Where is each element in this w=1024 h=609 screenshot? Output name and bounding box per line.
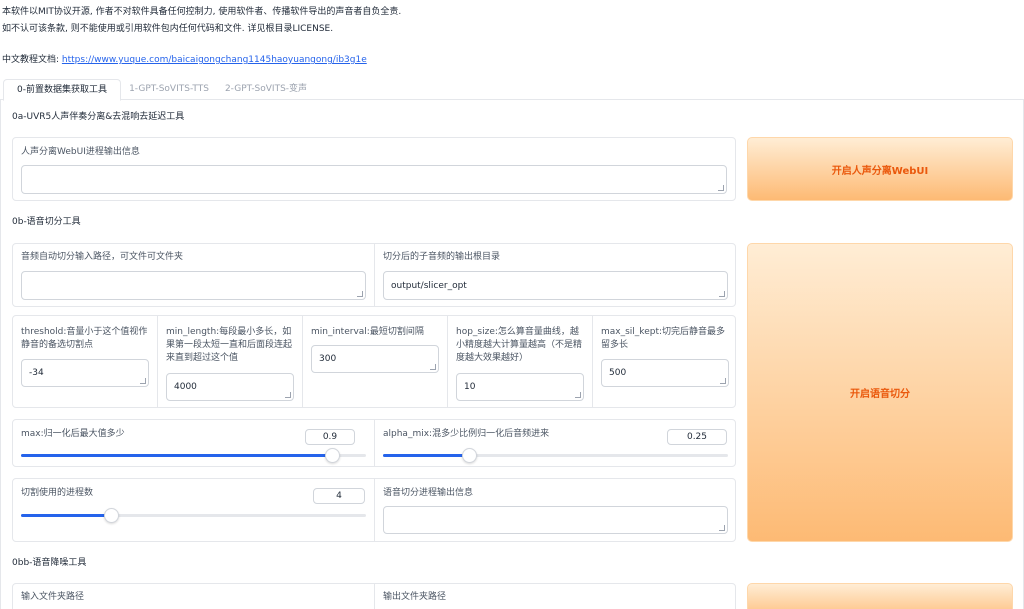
min-interval-label: min_interval:最短切割间隔 [311, 326, 446, 339]
doc-link-prefix: 中文教程文档: [2, 55, 62, 65]
slicer-section-title: 0b-语音切分工具 [12, 214, 81, 227]
slicer-output-dir-label: 切分后的子音频的输出根目录 [383, 251, 500, 264]
slicer-info-output[interactable] [383, 506, 728, 534]
license-notice-line2: 如不认可该条款, 则不能使用或引用软件包内任何代码和文件. 详见根目录LICEN… [2, 21, 333, 34]
min-interval-input[interactable]: 300 [311, 345, 439, 373]
alpha-mix-slider-track[interactable] [383, 454, 728, 457]
open-denoise-button[interactable] [747, 583, 1013, 609]
divider [302, 316, 303, 407]
open-slicer-button[interactable]: 开启语音切分 [747, 243, 1013, 542]
slicer-path-box: 音频自动切分输入路径，可文件可文件夹 切分后的子音频的输出根目录 output/… [12, 243, 736, 307]
slicer-params-box: threshold:音量小于这个值视作静音的备选切割点 -34 min_leng… [12, 315, 736, 408]
denoise-section-title: 0bb-语音降噪工具 [12, 555, 86, 568]
hop-size-input[interactable]: 10 [456, 373, 584, 401]
min-length-label: min_length:每段最小多长，如果第一段太短一直和后面段连起来直到超过这个… [166, 326, 296, 365]
uvr5-info-output[interactable] [21, 165, 727, 194]
tab-dataset-tools[interactable]: 0-前置数据集获取工具 [3, 79, 121, 101]
hop-size-label: hop_size:怎么算音量曲线，越小精度越大计算量越高（不是精度越大效果越好） [456, 326, 586, 365]
doc-link[interactable]: https://www.yuque.com/baicaigongchang114… [62, 55, 367, 65]
alpha-mix-slider-thumb[interactable] [462, 448, 477, 463]
tab-panel: 0a-UVR5人声伴奏分离&去混响去延迟工具 人声分离WebUI进程输出信息 开… [0, 100, 1024, 609]
divider [374, 244, 375, 306]
max-slider-fill [21, 454, 332, 457]
max-label: max:归一化后最大值多少 [21, 428, 125, 441]
uvr5-info-label: 人声分离WebUI进程输出信息 [21, 146, 140, 159]
denoise-path-box: 输入文件夹路径 输出文件夹路径 [12, 583, 736, 609]
max-slider-track[interactable] [21, 454, 366, 457]
divider [374, 420, 375, 466]
divider [157, 316, 158, 407]
tab-gpt-sovits-vc[interactable]: 2-GPT-SoVITS-变声 [217, 79, 315, 100]
denoise-output-label: 输出文件夹路径 [383, 591, 446, 604]
n-process-slider-fill [21, 514, 111, 517]
max-slider-thumb[interactable] [325, 448, 340, 463]
n-process-label: 切割使用的进程数 [21, 487, 93, 500]
denoise-input-label: 输入文件夹路径 [21, 591, 84, 604]
license-notice-line1: 本软件以MIT协议开源, 作者不对软件具备任何控制力, 使用软件者、传播软件导出… [2, 4, 401, 17]
max-sil-kept-input[interactable]: 500 [601, 359, 729, 387]
slicer-output-dir-field[interactable]: output/slicer_opt [383, 271, 728, 300]
slicer-slider-box: max:归一化后最大值多少 0.9 alpha_mix:混多少比例归一化后音频进… [12, 419, 736, 467]
max-sil-kept-label: max_sil_kept:切完后静音最多留多长 [601, 326, 731, 352]
slicer-process-box: 切割使用的进程数 4 语音切分进程输出信息 [12, 478, 736, 542]
min-length-input[interactable]: 4000 [166, 373, 294, 401]
n-process-number-input[interactable]: 4 [313, 488, 365, 504]
divider [592, 316, 593, 407]
slicer-input-path-field[interactable] [21, 271, 366, 300]
divider [374, 479, 375, 541]
tab-gpt-sovits-tts[interactable]: 1-GPT-SoVITS-TTS [123, 79, 215, 100]
n-process-slider-track[interactable] [21, 514, 366, 517]
alpha-mix-number-input[interactable]: 0.25 [667, 429, 727, 445]
doc-link-row: 中文教程文档: https://www.yuque.com/baicaigong… [2, 52, 367, 65]
uvr5-section-title: 0a-UVR5人声伴奏分离&去混响去延迟工具 [12, 109, 184, 122]
threshold-label: threshold:音量小于这个值视作静音的备选切割点 [21, 326, 151, 352]
n-process-slider-thumb[interactable] [104, 508, 119, 523]
open-uvr5-webui-button[interactable]: 开启人声分离WebUI [747, 137, 1013, 201]
alpha-mix-label: alpha_mix:混多少比例归一化后音频进来 [383, 428, 549, 441]
uvr5-info-box: 人声分离WebUI进程输出信息 [12, 137, 736, 201]
threshold-input[interactable]: -34 [21, 359, 149, 387]
max-number-input[interactable]: 0.9 [305, 429, 355, 445]
slicer-input-path-label: 音频自动切分输入路径，可文件可文件夹 [21, 251, 183, 264]
tab-bar: 0-前置数据集获取工具 1-GPT-SoVITS-TTS 2-GPT-SoVIT… [0, 79, 1024, 100]
divider [447, 316, 448, 407]
slicer-info-label: 语音切分进程输出信息 [383, 487, 473, 500]
divider [374, 584, 375, 609]
alpha-mix-slider-fill [383, 454, 469, 457]
